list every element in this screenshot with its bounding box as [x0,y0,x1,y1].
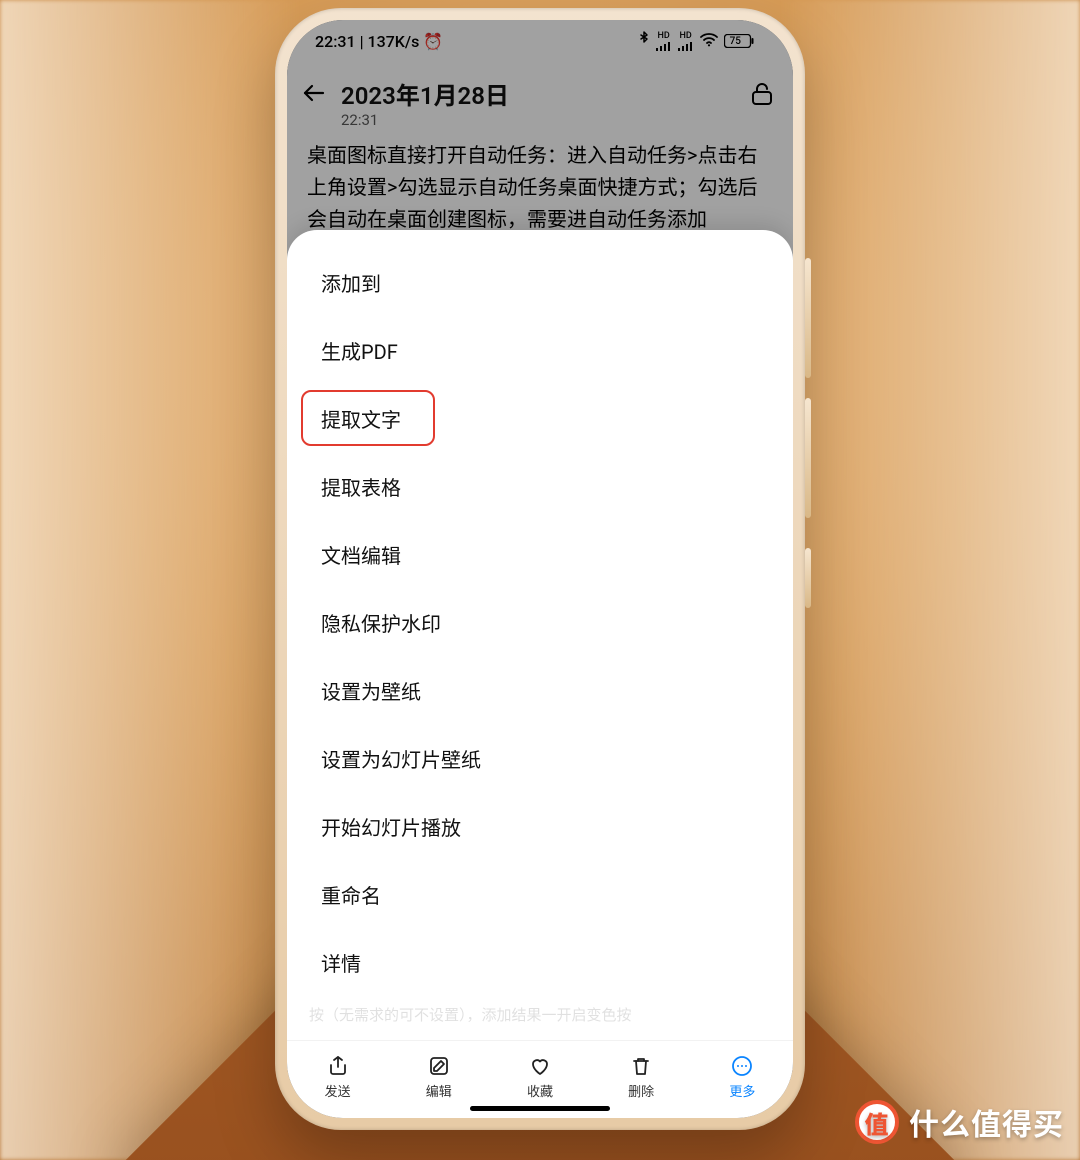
tab-label: 更多 [729,1081,755,1100]
phone-screen: 22:31 | 137K/s ⏰ HD HD [287,20,793,1118]
tab-send[interactable]: 发送 [325,1053,351,1100]
tab-label: 发送 [325,1081,351,1100]
decor-light-right [780,0,1080,1160]
menu-label: 提取文字 [321,404,401,433]
decor-light-left [0,0,300,1160]
menu-set-slideshow-wallpaper[interactable]: 设置为幻灯片壁纸 [287,724,793,792]
action-sheet: 添加到 生成PDF 提取文字 提取表格 文档编辑 隐私保护水印 设置为壁纸 设置… [287,230,793,1040]
share-icon [325,1053,351,1079]
watermark-text: 什么值得买 [909,1100,1064,1144]
menu-set-wallpaper[interactable]: 设置为壁纸 [287,656,793,724]
menu-label: 详情 [321,948,361,977]
tab-more[interactable]: 更多 [729,1053,755,1100]
phone-frame: 22:31 | 137K/s ⏰ HD HD [275,8,805,1130]
watermark-badge: 值 [855,1100,899,1144]
tab-edit[interactable]: 编辑 [426,1053,452,1100]
menu-label: 文档编辑 [321,540,401,569]
menu-generate-pdf[interactable]: 生成PDF [287,316,793,384]
menu-label: 开始幻灯片播放 [321,812,461,841]
home-indicator[interactable] [470,1106,610,1111]
menu-privacy-watermark[interactable]: 隐私保护水印 [287,588,793,656]
edit-icon [426,1053,452,1079]
menu-extract-text[interactable]: 提取文字 [287,384,793,452]
menu-doc-edit[interactable]: 文档编辑 [287,520,793,588]
trash-icon [628,1053,654,1079]
menu-label: 提取表格 [321,472,401,501]
sheet-faded-hint: 按（无需求的可不设置），添加结果一开启变色按 [287,996,793,1025]
stage-background: 22:31 | 137K/s ⏰ HD HD [0,0,1080,1160]
tab-delete[interactable]: 删除 [628,1053,654,1100]
app-surface: 22:31 | 137K/s ⏰ HD HD [287,20,793,1118]
menu-label: 生成PDF [321,336,398,365]
menu-label: 设置为壁纸 [321,676,421,705]
heart-icon [527,1053,553,1079]
tab-label: 编辑 [426,1081,452,1100]
watermark: 值 什么值得买 [855,1100,1064,1144]
menu-extract-table[interactable]: 提取表格 [287,452,793,520]
menu-add-to[interactable]: 添加到 [287,248,793,316]
tab-label: 收藏 [527,1081,553,1100]
menu-start-slideshow[interactable]: 开始幻灯片播放 [287,792,793,860]
tab-favorite[interactable]: 收藏 [527,1053,553,1100]
menu-rename[interactable]: 重命名 [287,860,793,928]
menu-label: 设置为幻灯片壁纸 [321,744,481,773]
menu-details[interactable]: 详情 [287,928,793,996]
more-icon [729,1053,755,1079]
tab-label: 删除 [628,1081,654,1100]
menu-label: 隐私保护水印 [321,608,441,637]
menu-label: 添加到 [321,268,381,297]
menu-label: 重命名 [321,880,381,909]
